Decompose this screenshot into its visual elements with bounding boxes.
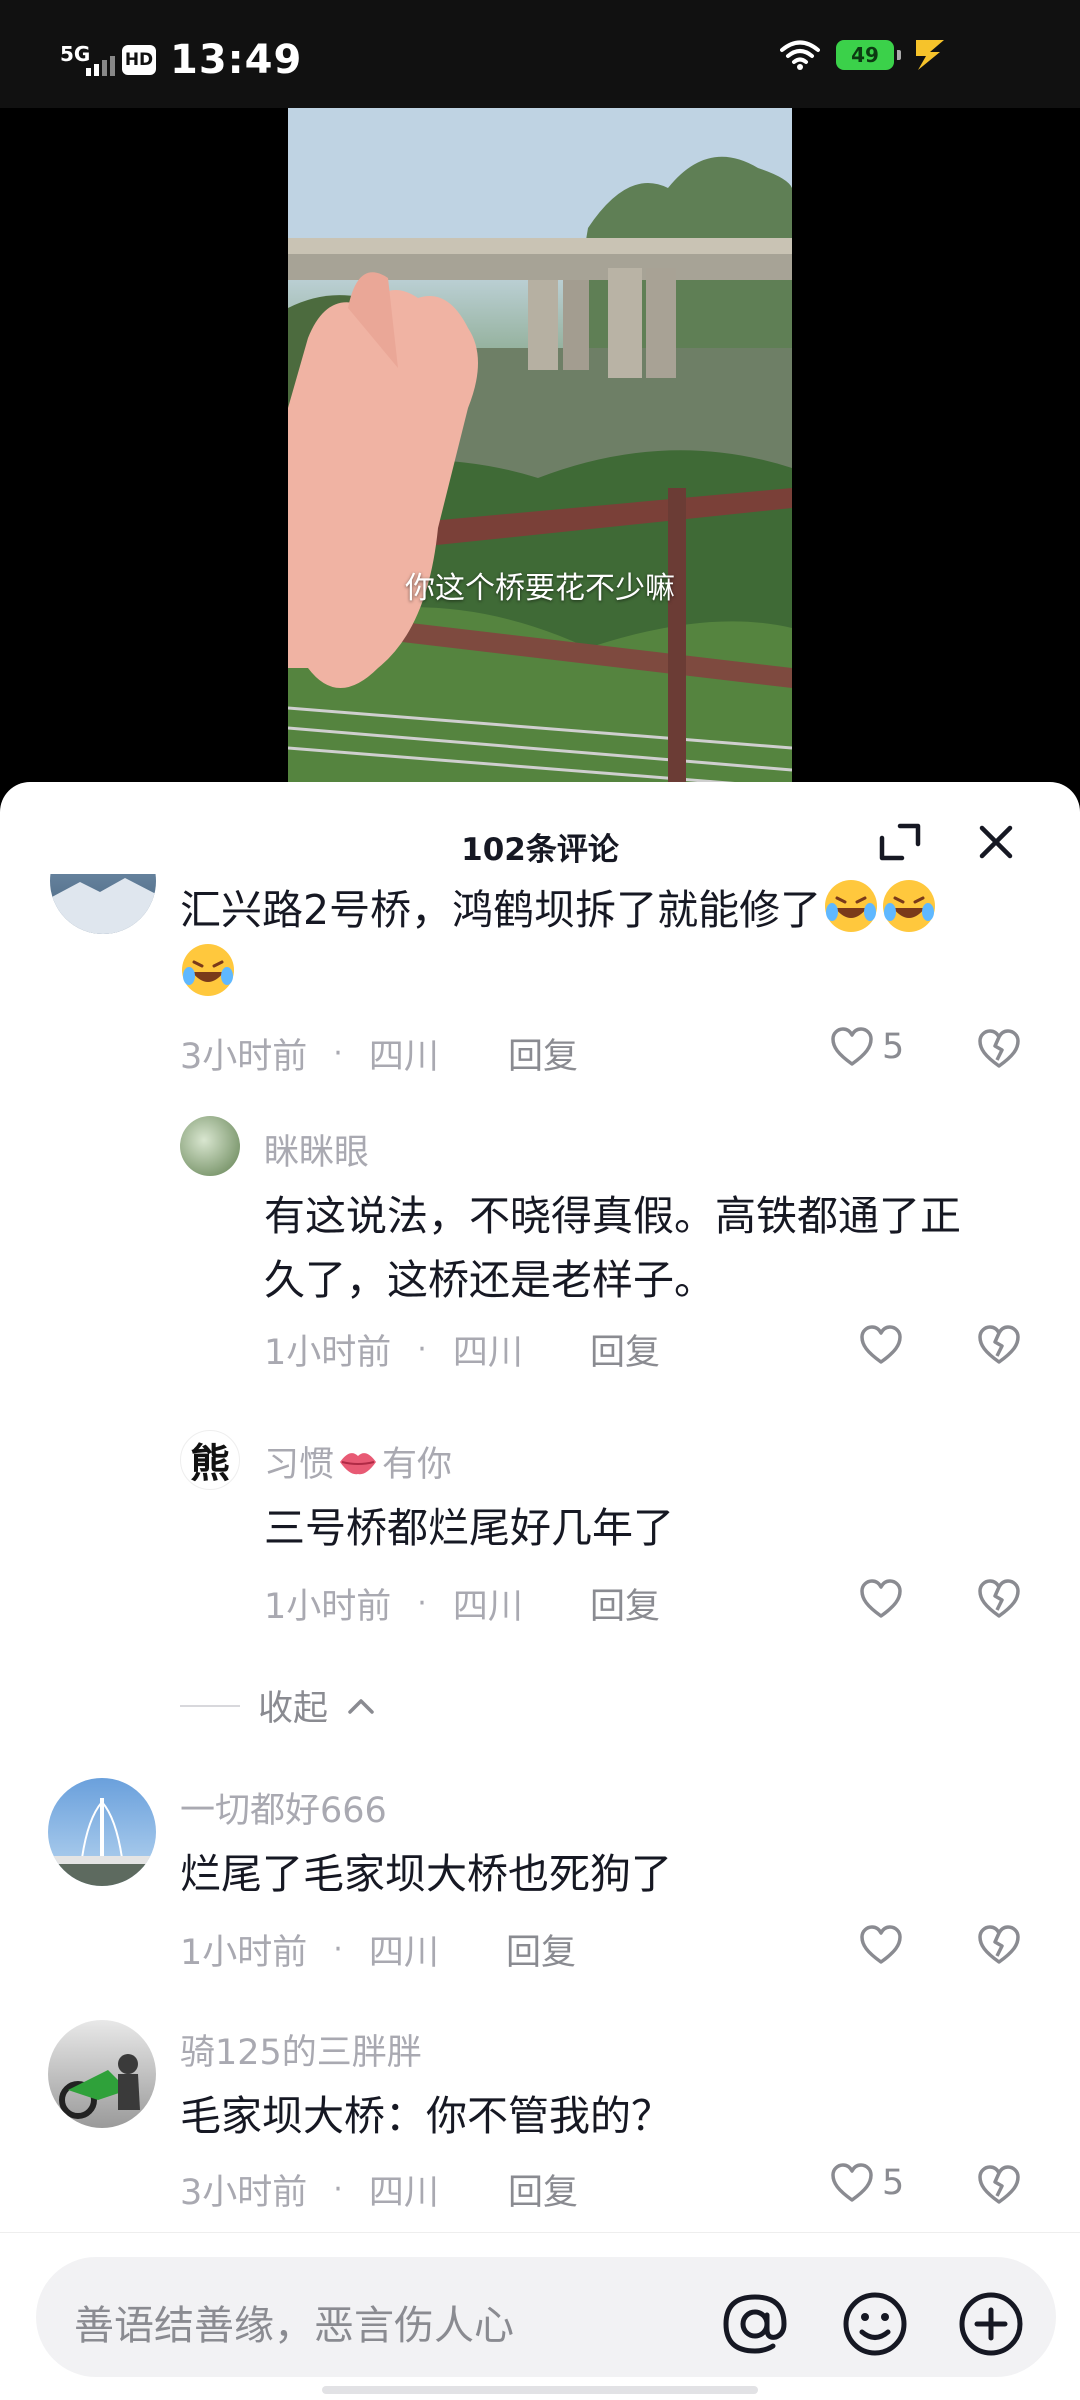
laughing-tears-emoji-icon [883, 880, 936, 932]
avatar[interactable] [48, 2020, 156, 2128]
cellular-signal-icon: 5G [60, 40, 115, 80]
comment-time: 1小时前 [264, 1333, 392, 1373]
broken-heart-icon[interactable] [976, 2162, 1022, 2208]
separator-dot: · [417, 1586, 427, 1621]
broken-heart-icon[interactable] [976, 1576, 1022, 1622]
charging-icon [916, 40, 944, 70]
at-icon[interactable] [720, 2289, 790, 2359]
comment-time: 1小时前 [264, 1587, 392, 1627]
comment-location: 四川 [368, 2173, 439, 2213]
reply-button[interactable]: 回复 [508, 2164, 578, 2215]
username[interactable]: 骑125的三胖胖 [180, 2024, 422, 2075]
like-count: 5 [882, 2163, 905, 2203]
comment-meta: 1小时前 · 四川 [264, 1324, 523, 1375]
heart-icon [831, 2163, 873, 2202]
battery-icon: 49 [836, 40, 901, 70]
chevron-up-icon [348, 1698, 374, 1714]
comment-text: 汇兴路2号桥，鸿鹤坝拆了就能修了 [180, 878, 1030, 1006]
comment-time: 1小时前 [180, 1933, 308, 1973]
comment-location: 四川 [368, 1037, 439, 1077]
video-frame[interactable]: 你这个桥要花不少嘛 [288, 108, 792, 788]
like-button[interactable]: 5 [830, 1026, 904, 1068]
hd-badge: HD [122, 45, 156, 75]
plus-icon[interactable] [956, 2289, 1026, 2359]
close-icon[interactable] [972, 818, 1020, 866]
avatar[interactable] [48, 1778, 156, 1886]
separator-dot: · [333, 1932, 343, 1967]
comment-input-bar: 善语结善缘，恶言伤人心 [0, 2232, 1080, 2400]
wifi-icon [780, 40, 820, 70]
broken-heart-icon[interactable] [976, 1026, 1022, 1072]
video-subtitle: 你这个桥要花不少嘛 [405, 571, 675, 606]
emoji-icon[interactable] [840, 2289, 910, 2359]
username[interactable]: 习惯 有你 [264, 1436, 452, 1487]
comment-time: 3小时前 [180, 2173, 308, 2213]
comment-meta: 3小时前 · 四川 [180, 1028, 439, 1079]
separator-dot: · [417, 1332, 427, 1367]
separator-dot: · [333, 1036, 343, 1071]
comments-sheet: 102条评论 汇兴路2号桥，鸿鹤坝拆了就能修了 3小时前 · 四川 回复 5 眯… [0, 782, 1080, 2400]
comment-text: 三号桥都烂尾好几年了 [264, 1504, 674, 1552]
laughing-tears-emoji-icon [825, 880, 878, 932]
avatar[interactable]: 熊 [180, 1430, 240, 1490]
separator-dot: · [333, 2172, 343, 2207]
heart-icon[interactable] [858, 1322, 904, 1368]
comment-meta: 1小时前 · 四川 [180, 1924, 439, 1975]
home-indicator[interactable] [322, 2386, 758, 2394]
divider-line [180, 1704, 240, 1707]
collapse-label: 收起 [258, 1689, 329, 1729]
heart-icon [831, 1027, 873, 1066]
username[interactable]: 一切都好666 [180, 1782, 387, 1833]
clock: 13:49 [170, 37, 303, 83]
broken-heart-icon[interactable] [976, 1922, 1022, 1968]
heart-icon[interactable] [858, 1576, 904, 1622]
laughing-tears-emoji-icon [182, 944, 234, 996]
comment-time: 3小时前 [180, 1037, 308, 1077]
kiss-lips-icon [340, 1452, 377, 1474]
expand-icon[interactable] [876, 818, 924, 866]
reply-button[interactable]: 回复 [506, 1924, 576, 1975]
comment-location: 四川 [452, 1587, 523, 1627]
avatar-calligraphy: 熊 [190, 1440, 230, 1487]
status-bar: 5G HD 13:49 49 [0, 0, 1080, 108]
comment-text: 毛家坝大桥：你不管我的？ [180, 2092, 672, 2140]
video-scene [288, 108, 792, 788]
reply-button[interactable]: 回复 [590, 1324, 660, 1375]
like-count: 5 [882, 1027, 905, 1067]
comment-meta: 3小时前 · 四川 [180, 2164, 439, 2215]
broken-heart-icon[interactable] [976, 1322, 1022, 1368]
username[interactable]: 眯眯眼 [264, 1124, 369, 1175]
comment-text: 有这说法，不晓得真假。高铁都通了正 久了，这桥还是老样子。 [264, 1192, 961, 1304]
comment-input-placeholder: 善语结善缘，恶言伤人心 [74, 2303, 514, 2349]
comment-location: 四川 [368, 1933, 439, 1973]
collapse-replies-button[interactable]: 收起 [180, 1680, 376, 1731]
reply-button[interactable]: 回复 [508, 1028, 578, 1079]
video-player[interactable]: 你这个桥要花不少嘛 [0, 108, 1080, 788]
comment-text: 烂尾了毛家坝大桥也死狗了 [180, 1850, 672, 1898]
avatar[interactable] [180, 1116, 240, 1176]
comment-meta: 1小时前 · 四川 [264, 1578, 523, 1629]
like-button[interactable]: 5 [830, 2162, 904, 2204]
heart-icon[interactable] [858, 1922, 904, 1968]
reply-button[interactable]: 回复 [590, 1578, 660, 1629]
comment-input[interactable]: 善语结善缘，恶言伤人心 [36, 2257, 1056, 2377]
comment-location: 四川 [452, 1333, 523, 1373]
